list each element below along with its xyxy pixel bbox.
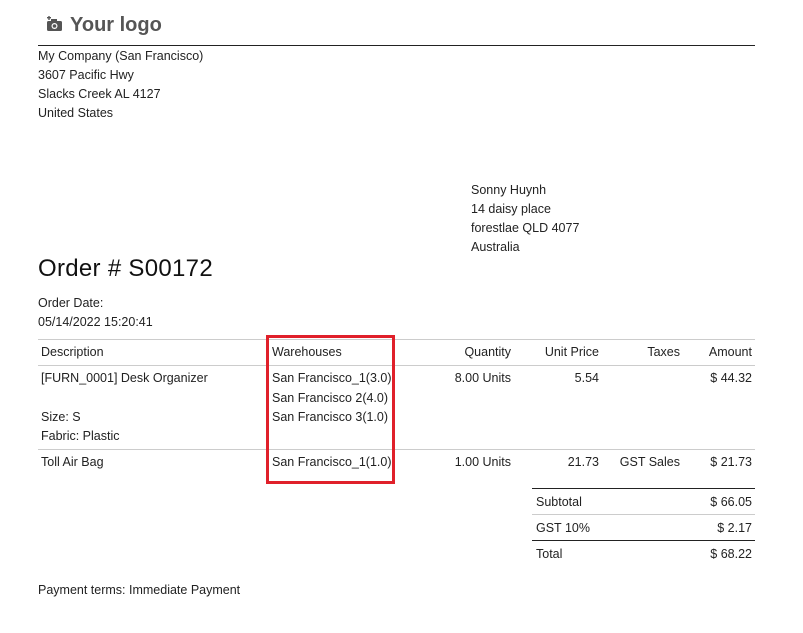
line-quantity: 8.00 Units: [454, 371, 511, 385]
line-unit-price: 5.54: [574, 371, 599, 385]
page-title: Order # S00172: [38, 255, 213, 282]
subtotal-label: Subtotal: [536, 495, 582, 509]
total-rule: [532, 540, 755, 541]
company-name: My Company (San Francisco): [38, 49, 204, 63]
order-date: Order Date: 05/14/2022 15:20:41: [38, 294, 153, 332]
line-description: Toll Air Bag: [41, 455, 104, 469]
header-bottom-rule: [38, 365, 755, 366]
customer-country: Australia: [471, 240, 520, 254]
order-date-value: 05/14/2022 15:20:41: [38, 315, 153, 329]
company-street: 3607 Pacific Hwy: [38, 68, 134, 82]
total-label: Total: [536, 547, 563, 561]
total-value: $ 68.22: [710, 547, 752, 561]
company-city: Slacks Creek AL 4127: [38, 87, 161, 101]
customer-city: forestlae QLD 4077: [471, 221, 580, 235]
tax-label: GST 10%: [536, 521, 590, 535]
table-top-rule: [38, 339, 755, 340]
company-logo: Your logo: [46, 14, 162, 37]
logo-text: Your logo: [70, 14, 162, 36]
customer-address: Sonny Huynh 14 daisy place forestlae QLD…: [471, 181, 579, 257]
totals-top-rule: [532, 488, 755, 489]
line-description: [FURN_0001] Desk Organizer: [41, 371, 208, 385]
line-quantity: 1.00 Units: [454, 455, 511, 469]
company-address: My Company (San Francisco) 3607 Pacific …: [38, 47, 203, 123]
col-header-description: Description: [41, 345, 104, 359]
line-attribute: Size: S: [41, 410, 81, 424]
line-amount: $ 21.73: [710, 455, 752, 469]
col-header-amount: Amount: [708, 345, 752, 359]
payment-terms: Payment terms: Immediate Payment: [38, 583, 241, 597]
subtotal-value: $ 66.05: [710, 495, 752, 509]
col-header-taxes: Taxes: [647, 345, 680, 359]
line-amount: $ 44.32: [710, 371, 752, 385]
totals-divider: [532, 514, 755, 515]
camera-plus-icon: [46, 16, 64, 35]
line-attribute: Fabric: Plastic: [41, 429, 120, 443]
warehouses-highlight-box: [266, 335, 395, 484]
order-date-label: Order Date:: [38, 296, 104, 310]
tax-value: $ 2.17: [717, 521, 752, 535]
col-header-unit-price: Unit Price: [544, 345, 599, 359]
customer-street: 14 daisy place: [471, 202, 551, 216]
customer-name: Sonny Huynh: [471, 183, 547, 197]
line-taxes: GST Sales: [619, 455, 680, 469]
company-country: United States: [38, 106, 114, 120]
line-unit-price: 21.73: [567, 455, 599, 469]
row-divider: [38, 449, 755, 450]
header-divider: [38, 45, 755, 46]
col-header-quantity: Quantity: [464, 345, 511, 359]
